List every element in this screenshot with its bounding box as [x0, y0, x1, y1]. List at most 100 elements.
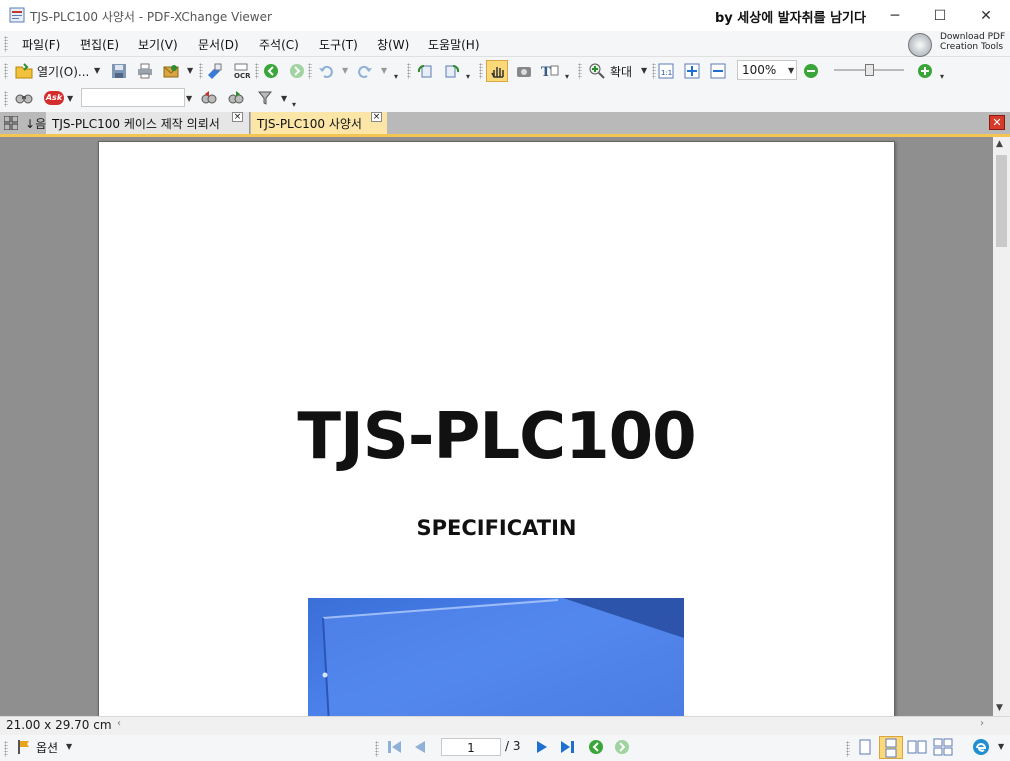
- highlight-search-icon[interactable]: [256, 89, 274, 107]
- toolbar-overflow-icon[interactable]: ▾: [466, 72, 470, 81]
- email-dropdown-icon[interactable]: ▼: [187, 66, 193, 75]
- toolbar-grip-icon[interactable]: [255, 63, 259, 79]
- back-icon[interactable]: [262, 62, 280, 80]
- hscroll-left-icon[interactable]: ‹: [117, 718, 121, 729]
- rotate-left-icon[interactable]: [416, 62, 434, 80]
- facing-view-icon[interactable]: [907, 738, 927, 759]
- document-viewer[interactable]: TJS-PLC100 SPECIFICATIN: [0, 137, 993, 716]
- tab-case-request[interactable]: TJS-PLC100 케이스 제작 의뢰서 ×: [46, 112, 250, 134]
- toolbar-overflow-icon[interactable]: ▾: [940, 72, 944, 81]
- menu-edit[interactable]: 편집(E): [80, 36, 119, 53]
- zoom-in-tool-icon[interactable]: [588, 62, 606, 80]
- text-select-icon[interactable]: T: [541, 62, 559, 80]
- toolbar-overflow-icon[interactable]: ▾: [394, 72, 398, 81]
- redo-dropdown-icon[interactable]: ▼: [381, 66, 387, 75]
- window-title: TJS-PLC100 사양서 - PDF-XChange Viewer: [30, 10, 272, 24]
- zoom-slider-thumb[interactable]: [864, 64, 874, 76]
- binoculars-icon[interactable]: [15, 89, 33, 107]
- zoom-tool-label[interactable]: 확대: [610, 63, 632, 80]
- toolbar-grip-icon[interactable]: [652, 63, 656, 79]
- zoom-in-icon[interactable]: [916, 62, 934, 80]
- hscroll-right-icon[interactable]: ›: [980, 718, 984, 729]
- options-button-label[interactable]: 옵션: [36, 739, 58, 756]
- fit-width-icon[interactable]: [709, 62, 727, 80]
- close-document-icon[interactable]: ✕: [989, 115, 1005, 130]
- ocr-icon[interactable]: OCR: [233, 62, 251, 80]
- menu-tools[interactable]: 도구(T): [319, 36, 358, 53]
- undo-dropdown-icon[interactable]: ▼: [342, 66, 348, 75]
- ask-search-logo[interactable]: Ask: [44, 91, 64, 105]
- search-input[interactable]: [81, 88, 185, 107]
- scan-icon[interactable]: [205, 62, 223, 80]
- toolbar-grip-icon[interactable]: [4, 63, 8, 79]
- toolbar-grip-icon[interactable]: [407, 63, 411, 79]
- zoom-level-dropdown-icon[interactable]: ▼: [788, 66, 794, 75]
- close-button[interactable]: ✕: [963, 0, 1009, 31]
- toolbar-grip-icon[interactable]: [199, 63, 203, 79]
- page-number-input[interactable]: 1: [441, 738, 501, 756]
- continuous-view-icon[interactable]: [879, 736, 903, 759]
- tab-side-toggle[interactable]: ↓음: [25, 115, 46, 132]
- save-icon[interactable]: [110, 62, 128, 80]
- forward-icon[interactable]: [288, 62, 306, 80]
- redo-icon[interactable]: [356, 62, 374, 80]
- vertical-scroll-thumb[interactable]: [996, 155, 1007, 247]
- continuous-facing-icon[interactable]: [933, 738, 953, 759]
- menu-grip-icon[interactable]: [4, 36, 8, 52]
- toolbar-grip-icon[interactable]: [479, 63, 483, 79]
- menu-document[interactable]: 문서(D): [198, 36, 239, 53]
- minimize-button[interactable]: ─: [872, 0, 918, 31]
- search-next-icon[interactable]: [227, 89, 245, 107]
- browser-icon[interactable]: [972, 738, 990, 759]
- toolbar-grip-icon[interactable]: [578, 63, 582, 79]
- tab-close-icon[interactable]: ×: [232, 112, 243, 122]
- snapshot-icon[interactable]: [515, 62, 533, 80]
- view-dropdown-icon[interactable]: ▼: [998, 742, 1004, 751]
- options-flag-icon[interactable]: [16, 739, 32, 758]
- tab-specification[interactable]: TJS-PLC100 사양서 ×: [251, 112, 387, 134]
- menu-window[interactable]: 창(W): [377, 36, 409, 53]
- tab-grid-icon[interactable]: [3, 115, 19, 133]
- first-page-icon[interactable]: [387, 740, 403, 757]
- next-page-icon[interactable]: [536, 740, 550, 757]
- previous-page-icon[interactable]: [412, 740, 426, 757]
- open-button-label[interactable]: 열기(O)...: [37, 63, 89, 80]
- menu-help[interactable]: 도움말(H): [428, 36, 480, 53]
- toolbar-grip-icon[interactable]: [308, 63, 312, 79]
- undo-icon[interactable]: [317, 62, 335, 80]
- email-icon[interactable]: [162, 62, 180, 80]
- ask-dropdown-icon[interactable]: ▼: [67, 94, 73, 103]
- toolbar-grip-icon[interactable]: [375, 741, 379, 757]
- tab-close-icon[interactable]: ×: [371, 112, 382, 122]
- highlight-dropdown-icon[interactable]: ▼: [281, 94, 287, 103]
- menu-view[interactable]: 보기(V): [138, 36, 178, 53]
- nav-back-icon[interactable]: [588, 739, 604, 758]
- hand-tool-icon[interactable]: [486, 60, 508, 82]
- search-dropdown-icon[interactable]: ▼: [186, 94, 192, 103]
- zoom-out-icon[interactable]: [802, 62, 820, 80]
- print-icon[interactable]: [136, 62, 154, 80]
- nav-forward-icon[interactable]: [614, 739, 630, 758]
- last-page-icon[interactable]: [560, 740, 576, 757]
- rotate-right-icon[interactable]: [443, 62, 461, 80]
- toolbar-overflow-icon[interactable]: ▾: [565, 72, 569, 81]
- tab-label: TJS-PLC100 사양서: [257, 116, 362, 131]
- scroll-up-icon[interactable]: ▲: [996, 139, 1003, 149]
- open-dropdown-icon[interactable]: ▼: [94, 66, 100, 75]
- actual-size-icon[interactable]: 1:1: [657, 62, 675, 80]
- toolbar-overflow-icon[interactable]: ▾: [292, 100, 296, 109]
- download-tools-button[interactable]: Download PDF Creation Tools: [906, 31, 1006, 57]
- toolbar-grip-icon[interactable]: [846, 741, 850, 757]
- toolbar-grip-icon[interactable]: [4, 741, 8, 757]
- options-dropdown-icon[interactable]: ▼: [66, 742, 72, 751]
- open-folder-icon[interactable]: [15, 62, 33, 80]
- search-prev-icon[interactable]: [200, 89, 218, 107]
- toolbar-grip-icon[interactable]: [4, 91, 8, 107]
- fit-page-icon[interactable]: [683, 62, 701, 80]
- maximize-button[interactable]: ☐: [917, 0, 963, 31]
- scroll-down-icon[interactable]: ▼: [996, 703, 1003, 713]
- menu-file[interactable]: 파일(F): [22, 36, 60, 53]
- menu-comments[interactable]: 주석(C): [259, 36, 299, 53]
- single-page-view-icon[interactable]: [856, 738, 874, 759]
- zoom-tool-dropdown-icon[interactable]: ▼: [641, 66, 647, 75]
